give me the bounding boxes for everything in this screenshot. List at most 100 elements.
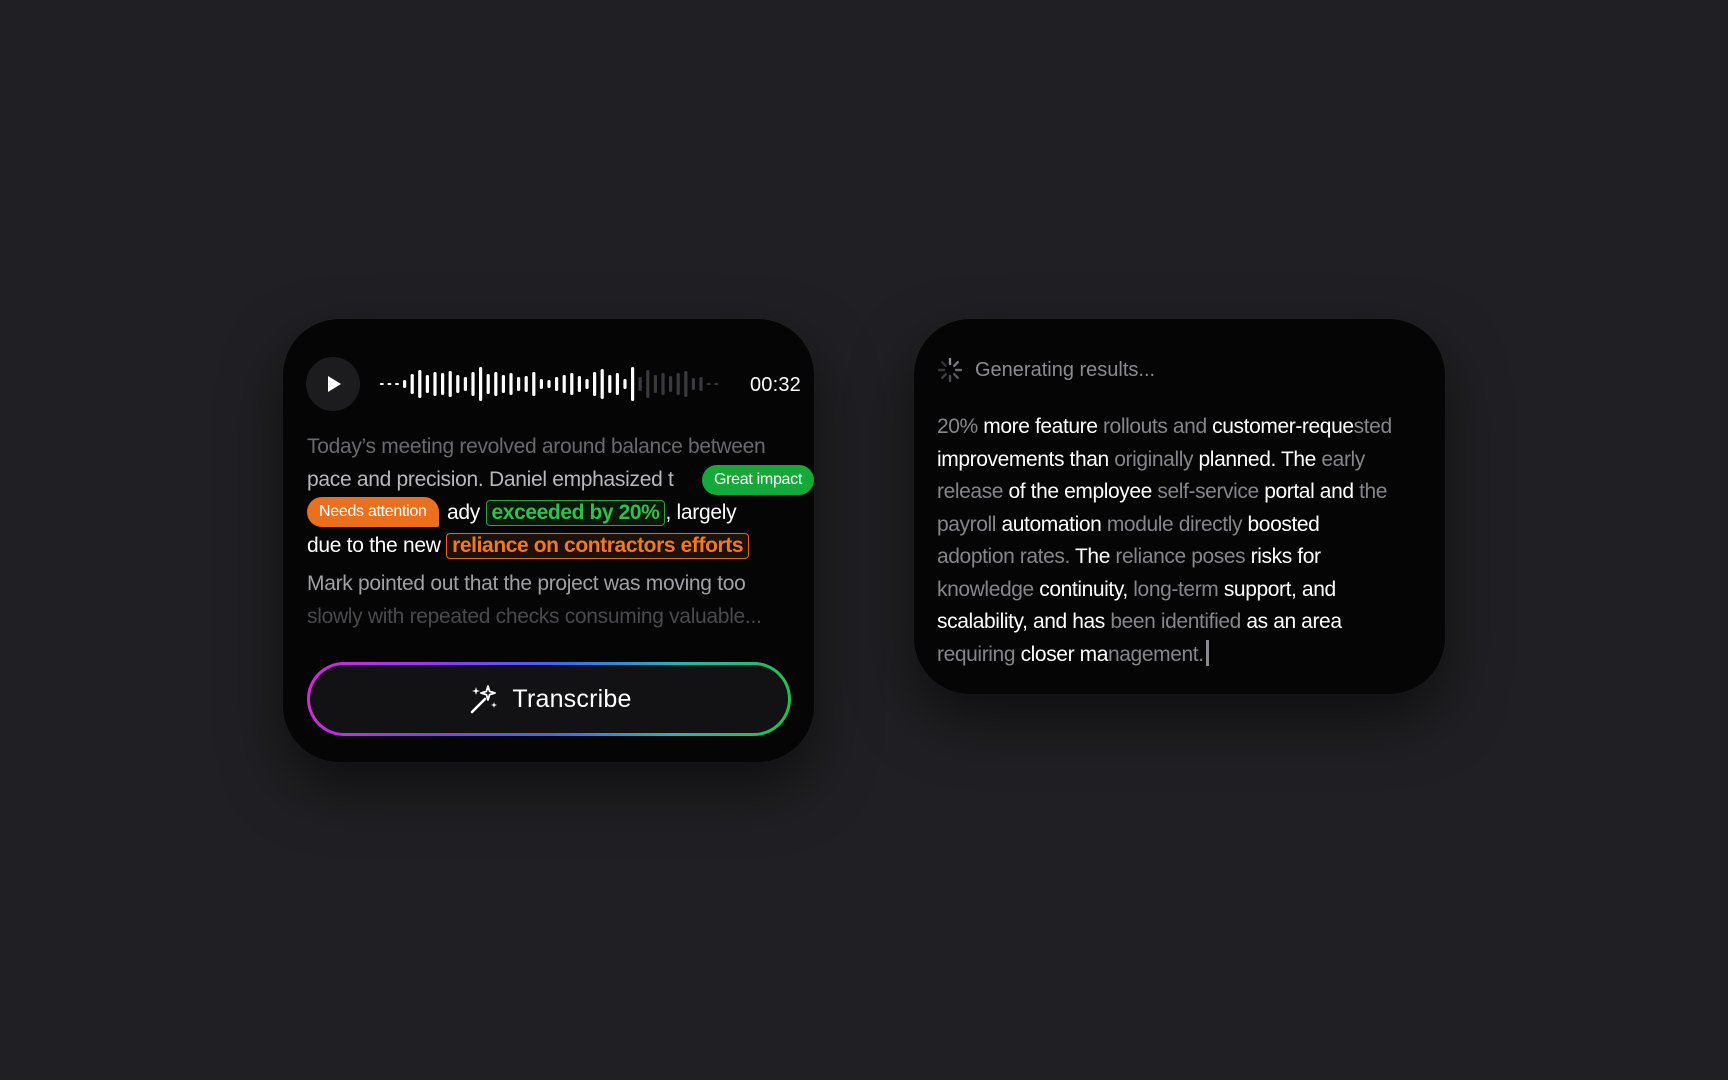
result-fragment: customer-reque: [1212, 415, 1354, 438]
waveform-bar: [547, 380, 551, 388]
result-fragment: as an area: [1246, 610, 1342, 633]
result-fragment: rollouts and: [1102, 415, 1213, 438]
result-fragment: more feature: [983, 415, 1103, 438]
transcribe-label: Transcribe: [512, 684, 632, 713]
result-fragment: risks for: [1250, 545, 1321, 568]
text-cursor: [1205, 639, 1209, 666]
waveform-bar: [577, 376, 581, 392]
waveform-bar: [706, 383, 711, 385]
waveform-bar: [555, 377, 559, 391]
waveform-bar: [585, 379, 589, 389]
waveform-bar: [600, 369, 604, 399]
positive-highlight[interactable]: exceeded by 20%: [485, 500, 666, 526]
result-fragment: long-term: [1133, 577, 1224, 601]
result-fragment: reliance poses: [1115, 545, 1251, 568]
result-fragment: requiring: [937, 642, 1021, 666]
result-fragment: self-service: [1157, 480, 1265, 503]
loading-spinner-icon: [937, 357, 963, 383]
result-line: release of the employee self-service por…: [937, 476, 1432, 509]
result-line: knowledge continuity, long-term support,…: [937, 574, 1432, 607]
transcribe-button[interactable]: Transcribe: [307, 662, 791, 736]
result-fragment: release: [937, 480, 1009, 503]
transcript-line: Today’s meeting revolved around balance …: [307, 435, 766, 458]
waveform-bar: [501, 375, 505, 393]
result-fragment: The: [1075, 545, 1116, 568]
transcript-line: slowly with repeated checks consuming va…: [307, 605, 762, 628]
generated-result-text: 20% more feature rollouts and customer-r…: [937, 411, 1432, 671]
waveform-bar: [433, 372, 437, 396]
result-line: improvements than originally planned. Th…: [937, 444, 1432, 477]
waveform-bar: [646, 370, 650, 398]
result-line: requiring closer management.: [937, 639, 1432, 672]
result-fragment: planned. The: [1198, 447, 1322, 471]
result-fragment: the: [1359, 480, 1388, 503]
waveform-bar: [714, 383, 719, 385]
transcript-line: due to the new reliance on contractors e…: [307, 533, 750, 559]
transcript-line: pace and precision. Daniel emphasized t: [307, 468, 674, 491]
waveform-bar: [532, 372, 536, 396]
result-fragment: sted: [1353, 415, 1392, 438]
waveform-bar: [494, 372, 498, 396]
results-card: Generating results... 20% more feature r…: [914, 319, 1445, 694]
waveform-bar: [669, 376, 673, 392]
waveform-bar: [448, 371, 452, 397]
waveform-bar: [615, 373, 619, 395]
result-fragment: module directly: [1106, 512, 1248, 536]
waveform-bar: [517, 377, 521, 391]
waveform-bar: [623, 379, 627, 389]
result-fragment: been identified: [1110, 610, 1247, 633]
waveform-bar: [661, 373, 665, 395]
play-button[interactable]: [306, 357, 360, 411]
result-fragment: 20%: [937, 415, 984, 438]
transcript-line: Mark pointed out that the project was mo…: [307, 572, 746, 595]
needs-attention-tag[interactable]: Needs attention: [307, 497, 439, 527]
result-fragment: early: [1321, 447, 1365, 471]
result-fragment: automation: [1001, 512, 1107, 536]
result-fragment: knowledge: [937, 577, 1040, 601]
magic-wand-icon: [471, 685, 498, 714]
result-line: scalability, and has been identified as …: [937, 606, 1432, 639]
result-fragment: payroll: [937, 512, 1002, 536]
result-fragment: nagement.: [1108, 642, 1204, 666]
waveform-bar: [441, 373, 445, 395]
waveform-bar: [653, 375, 657, 393]
waveform-bar: [691, 378, 695, 390]
great-impact-tag[interactable]: Great impact: [702, 465, 814, 495]
waveform-bar: [684, 371, 688, 397]
result-fragment: of the employee: [1008, 480, 1158, 503]
waveform-bar: [570, 373, 574, 395]
result-fragment: improvements than: [937, 447, 1115, 471]
result-line: payroll automation module directly boost…: [937, 509, 1432, 542]
transcript-fragment: ady: [447, 501, 480, 524]
audio-waveform[interactable]: [378, 364, 720, 404]
warning-highlight[interactable]: reliance on contractors efforts: [446, 533, 750, 559]
play-icon: [328, 376, 341, 392]
transcribe-button-body: Transcribe: [310, 665, 788, 733]
result-fragment: adoption rates.: [937, 545, 1075, 568]
waveform-bar: [524, 376, 528, 392]
waveform-bar: [699, 377, 703, 391]
waveform-bar: [403, 380, 407, 388]
waveform-bar: [608, 375, 612, 393]
result-fragment: continuity,: [1039, 577, 1134, 601]
result-line: 20% more feature rollouts and customer-r…: [937, 411, 1432, 444]
waveform-bar: [509, 373, 513, 395]
waveform-bar: [471, 372, 475, 396]
waveform-bar: [410, 374, 414, 394]
generating-status: Generating results...: [937, 357, 1155, 383]
waveform-bar: [562, 375, 566, 393]
waveform-bar: [631, 367, 635, 401]
transcription-card: 00:32 Today’s meeting revolved around ba…: [283, 319, 814, 762]
waveform-bar: [638, 377, 642, 391]
waveform-bar: [593, 372, 597, 396]
result-fragment: boosted: [1247, 512, 1320, 536]
waveform-bar: [539, 379, 543, 389]
waveform-bar: [379, 383, 384, 385]
waveform-bar: [425, 375, 429, 393]
result-fragment: portal and: [1264, 480, 1360, 503]
waveform-bar: [456, 375, 460, 393]
result-line: adoption rates. The reliance poses risks…: [937, 541, 1432, 574]
waveform-bar: [418, 370, 422, 398]
waveform-bar: [479, 367, 483, 401]
waveform-bar: [463, 377, 467, 391]
